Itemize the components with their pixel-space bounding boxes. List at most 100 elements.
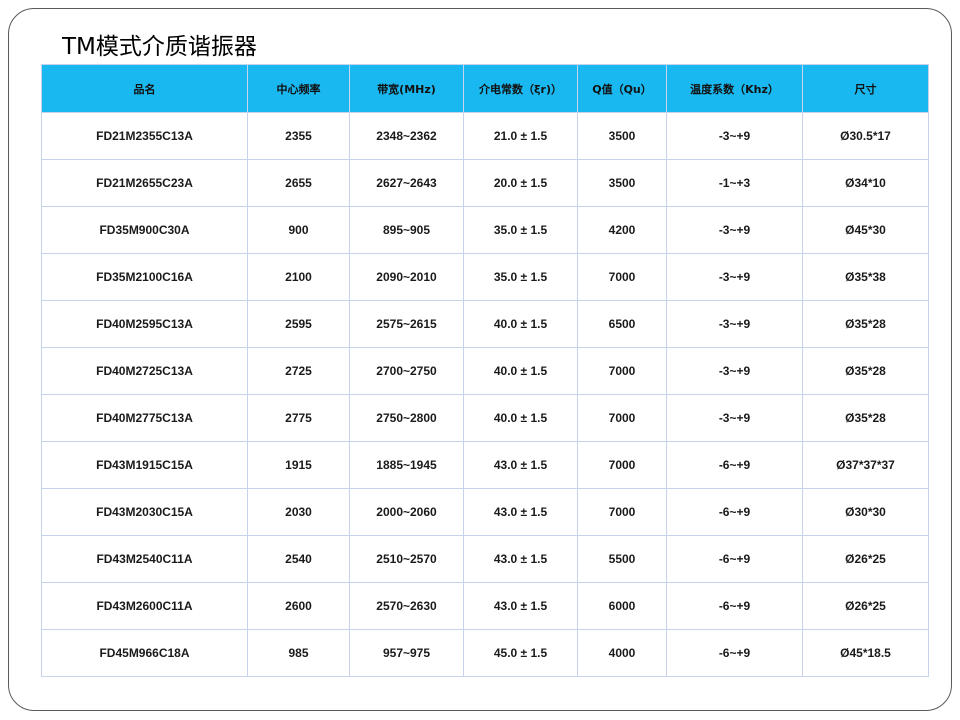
cell-product-name: FD40M2725C13A [41,347,248,395]
cell-size: Ø26*25 [802,582,929,630]
cell-size: Ø35*38 [802,253,929,301]
cell-q-value: 7000 [577,441,667,489]
cell-bandwidth: 2090~2010 [349,253,464,301]
cell-bandwidth: 957~975 [349,629,464,677]
cell-dielectric-constant: 43.0 ± 1.5 [463,535,578,583]
cell-product-name: FD43M2030C15A [41,488,248,536]
cell-dielectric-constant: 45.0 ± 1.5 [463,629,578,677]
cell-product-name: FD21M2355C13A [41,112,248,160]
cell-temperature-coefficient: -3~+9 [666,253,803,301]
cell-size: Ø35*28 [802,300,929,348]
cell-center-frequency: 2595 [247,300,350,348]
cell-bandwidth: 1885~1945 [349,441,464,489]
cell-product-name: FD43M2540C11A [41,535,248,583]
header-product-name: 品名 [41,64,248,113]
cell-temperature-coefficient: -3~+9 [666,112,803,160]
cell-temperature-coefficient: -1~+3 [666,159,803,207]
cell-product-name: FD35M2100C16A [41,253,248,301]
cell-q-value: 3500 [577,112,667,160]
cell-bandwidth: 2348~2362 [349,112,464,160]
cell-q-value: 3500 [577,159,667,207]
cell-dielectric-constant: 43.0 ± 1.5 [463,488,578,536]
cell-center-frequency: 2100 [247,253,350,301]
cell-product-name: FD40M2775C13A [41,394,248,442]
table-body: FD21M2355C13A 2355 2348~2362 21.0 ± 1.5 … [41,112,929,677]
cell-center-frequency: 1915 [247,441,350,489]
cell-bandwidth: 2627~2643 [349,159,464,207]
cell-center-frequency: 985 [247,629,350,677]
cell-size: Ø45*18.5 [802,629,929,677]
table-row: FD43M1915C15A 1915 1885~1945 43.0 ± 1.5 … [41,441,929,489]
cell-dielectric-constant: 43.0 ± 1.5 [463,441,578,489]
cell-size: Ø30*30 [802,488,929,536]
table-row: FD40M2595C13A 2595 2575~2615 40.0 ± 1.5 … [41,300,929,348]
header-size: 尺寸 [802,64,929,113]
table-row: FD21M2355C13A 2355 2348~2362 21.0 ± 1.5 … [41,112,929,160]
cell-q-value: 6500 [577,300,667,348]
cell-center-frequency: 900 [247,206,350,254]
cell-q-value: 7000 [577,394,667,442]
cell-temperature-coefficient: -6~+9 [666,535,803,583]
cell-product-name: FD21M2655C23A [41,159,248,207]
cell-size: Ø35*28 [802,394,929,442]
table-row: FD21M2655C23A 2655 2627~2643 20.0 ± 1.5 … [41,159,929,207]
cell-product-name: FD40M2595C13A [41,300,248,348]
cell-temperature-coefficient: -6~+9 [666,441,803,489]
cell-center-frequency: 2725 [247,347,350,395]
table-row: FD45M966C18A 985 957~975 45.0 ± 1.5 4000… [41,629,929,677]
cell-product-name: FD43M2600C11A [41,582,248,630]
header-bandwidth: 带宽(MHz) [349,64,464,113]
cell-bandwidth: 2000~2060 [349,488,464,536]
cell-q-value: 4000 [577,629,667,677]
cell-dielectric-constant: 40.0 ± 1.5 [463,300,578,348]
cell-q-value: 7000 [577,488,667,536]
slide-title: TM模式介质谐振器 [62,34,257,60]
header-temperature-coefficient: 温度系数（Khz） [666,64,803,113]
cell-size: Ø30.5*17 [802,112,929,160]
header-q-value: Q值（Qu） [577,64,667,113]
cell-bandwidth: 2575~2615 [349,300,464,348]
cell-center-frequency: 2655 [247,159,350,207]
header-dielectric-constant: 介电常数（ξr)） [463,64,578,113]
cell-dielectric-constant: 35.0 ± 1.5 [463,206,578,254]
cell-size: Ø45*30 [802,206,929,254]
header-row: 品名 中心频率 带宽(MHz) 介电常数（ξr)） Q值（Qu） 温度系数（Kh… [41,64,929,113]
cell-product-name: FD43M1915C15A [41,441,248,489]
cell-temperature-coefficient: -3~+9 [666,206,803,254]
cell-size: Ø26*25 [802,535,929,583]
cell-temperature-coefficient: -3~+9 [666,394,803,442]
header-center-frequency: 中心频率 [247,64,350,113]
cell-bandwidth: 2700~2750 [349,347,464,395]
cell-temperature-coefficient: -6~+9 [666,582,803,630]
cell-center-frequency: 2030 [247,488,350,536]
cell-dielectric-constant: 40.0 ± 1.5 [463,347,578,395]
spec-table: 品名 中心频率 带宽(MHz) 介电常数（ξr)） Q值（Qu） 温度系数（Kh… [41,64,929,677]
table-row: FD40M2775C13A 2775 2750~2800 40.0 ± 1.5 … [41,394,929,442]
cell-q-value: 5500 [577,535,667,583]
cell-dielectric-constant: 20.0 ± 1.5 [463,159,578,207]
cell-product-name: FD45M966C18A [41,629,248,677]
cell-bandwidth: 2750~2800 [349,394,464,442]
cell-temperature-coefficient: -3~+9 [666,347,803,395]
cell-dielectric-constant: 40.0 ± 1.5 [463,394,578,442]
cell-center-frequency: 2775 [247,394,350,442]
cell-size: Ø37*37*37 [802,441,929,489]
cell-q-value: 7000 [577,253,667,301]
cell-dielectric-constant: 21.0 ± 1.5 [463,112,578,160]
table-row: FD43M2540C11A 2540 2510~2570 43.0 ± 1.5 … [41,535,929,583]
table-header: 品名 中心频率 带宽(MHz) 介电常数（ξr)） Q值（Qu） 温度系数（Kh… [41,64,929,113]
cell-temperature-coefficient: -6~+9 [666,629,803,677]
cell-q-value: 7000 [577,347,667,395]
cell-center-frequency: 2355 [247,112,350,160]
cell-dielectric-constant: 35.0 ± 1.5 [463,253,578,301]
cell-bandwidth: 2570~2630 [349,582,464,630]
cell-temperature-coefficient: -6~+9 [666,488,803,536]
table-row: FD43M2030C15A 2030 2000~2060 43.0 ± 1.5 … [41,488,929,536]
table-row: FD35M2100C16A 2100 2090~2010 35.0 ± 1.5 … [41,253,929,301]
cell-q-value: 4200 [577,206,667,254]
table-row: FD35M900C30A 900 895~905 35.0 ± 1.5 4200… [41,206,929,254]
cell-center-frequency: 2600 [247,582,350,630]
cell-bandwidth: 895~905 [349,206,464,254]
cell-size: Ø34*10 [802,159,929,207]
cell-size: Ø35*28 [802,347,929,395]
